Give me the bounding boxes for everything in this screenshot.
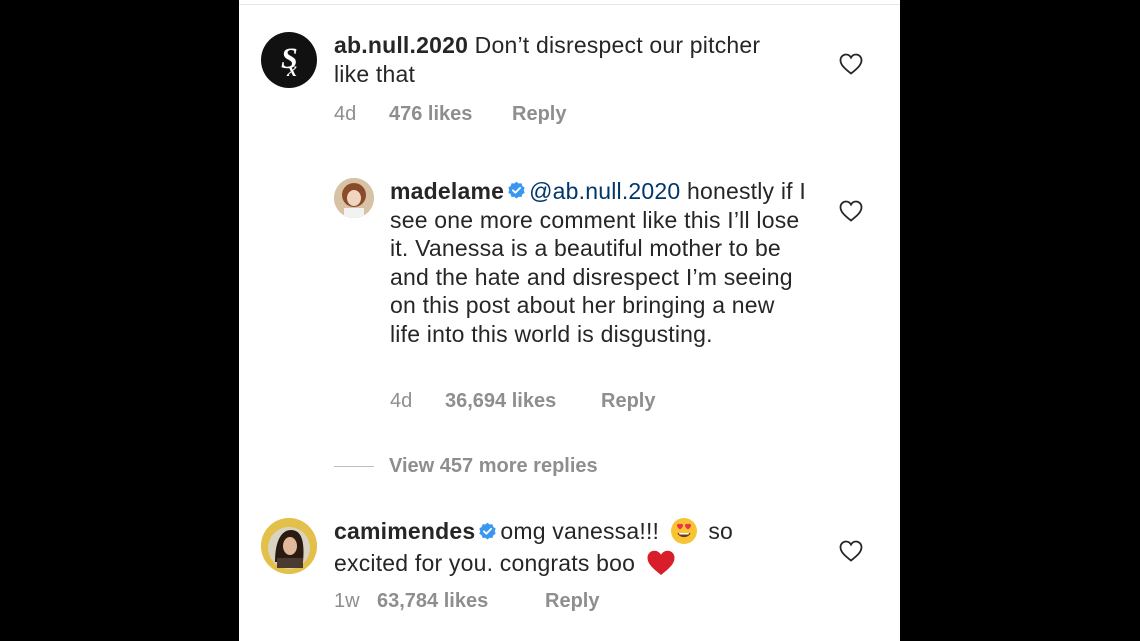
- likes-count[interactable]: 63,784 likes: [377, 590, 488, 613]
- comment-meta: 1w 63,784 likes Reply: [334, 590, 634, 614]
- reply-button[interactable]: Reply: [545, 590, 599, 613]
- comment-meta: 4d 476 likes Reply: [334, 103, 634, 127]
- likes-count[interactable]: 476 likes: [389, 103, 472, 126]
- mention-link[interactable]: @ab.null.2020: [529, 178, 680, 204]
- timestamp[interactable]: 4d: [390, 390, 412, 413]
- red-heart-emoji-icon: [647, 550, 675, 575]
- comment-text: madelame @ab.null.2020 honestly if I see…: [390, 177, 810, 348]
- avatar[interactable]: [334, 178, 374, 218]
- username-link[interactable]: camimendes: [334, 518, 475, 544]
- verified-badge-icon: [508, 182, 525, 199]
- avatar[interactable]: [261, 518, 317, 574]
- username-link[interactable]: madelame: [390, 178, 504, 204]
- comment-text: ab.null.2020 Don’t disrespect our pitche…: [334, 31, 764, 88]
- avatar[interactable]: S x: [261, 32, 317, 88]
- heart-eyes-emoji-icon: [670, 518, 697, 544]
- comment-meta: 4d 36,694 likes Reply: [390, 390, 690, 414]
- username-link[interactable]: ab.null.2020: [334, 32, 468, 58]
- svg-text:x: x: [286, 59, 297, 81]
- timestamp[interactable]: 1w: [334, 590, 360, 613]
- like-heart-icon[interactable]: [839, 200, 863, 222]
- verified-badge-icon: [479, 522, 497, 539]
- comment-body-part1: omg vanessa!!!: [500, 518, 660, 545]
- profile-photo: [261, 518, 317, 574]
- white-sox-logo-icon: S x: [281, 42, 298, 81]
- profile-photo: [334, 178, 374, 218]
- divider-line: [334, 466, 374, 467]
- comments-panel: S x ab.null.2020 Don’t disrespect our pi…: [239, 0, 900, 641]
- reply-button[interactable]: Reply: [512, 103, 566, 126]
- comment-text: camimendes omg vanessa!!! so excited for…: [334, 517, 794, 581]
- likes-count[interactable]: 36,694 likes: [445, 390, 556, 413]
- like-heart-icon[interactable]: [839, 53, 863, 75]
- reply-button[interactable]: Reply: [601, 390, 655, 413]
- divider: [239, 4, 900, 5]
- like-heart-icon[interactable]: [839, 540, 863, 562]
- view-more-label: View 457 more replies: [389, 455, 598, 477]
- timestamp[interactable]: 4d: [334, 103, 356, 126]
